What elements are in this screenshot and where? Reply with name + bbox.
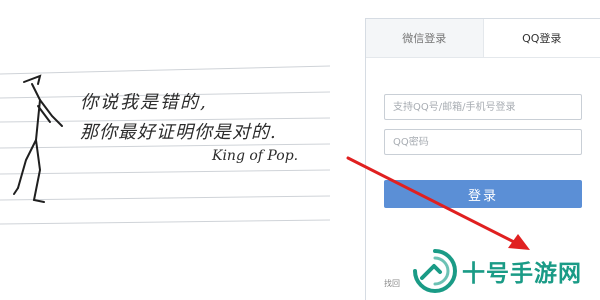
- login-tabs: 微信登录 QQ登录: [366, 19, 600, 58]
- tab-qq-login[interactable]: QQ登录: [483, 19, 600, 57]
- quote-line-1: 你说我是错的,: [80, 92, 208, 113]
- watermark-text: 十号手游网: [462, 261, 582, 287]
- quote-illustration: 你说我是错的, 那你最好证明你是对的. King of Pop.: [0, 60, 340, 230]
- site-watermark: 十号手游网: [412, 242, 600, 300]
- quote-signature: King of Pop.: [212, 148, 299, 164]
- tab-wechat-login[interactable]: 微信登录: [366, 19, 484, 57]
- watermark-logo-icon: [413, 249, 458, 294]
- dancer-sketch-icon: [13, 74, 63, 203]
- forgot-link[interactable]: 找回: [384, 278, 400, 289]
- quote-line-2: 那你最好证明你是对的.: [80, 122, 277, 143]
- username-input[interactable]: [384, 94, 582, 120]
